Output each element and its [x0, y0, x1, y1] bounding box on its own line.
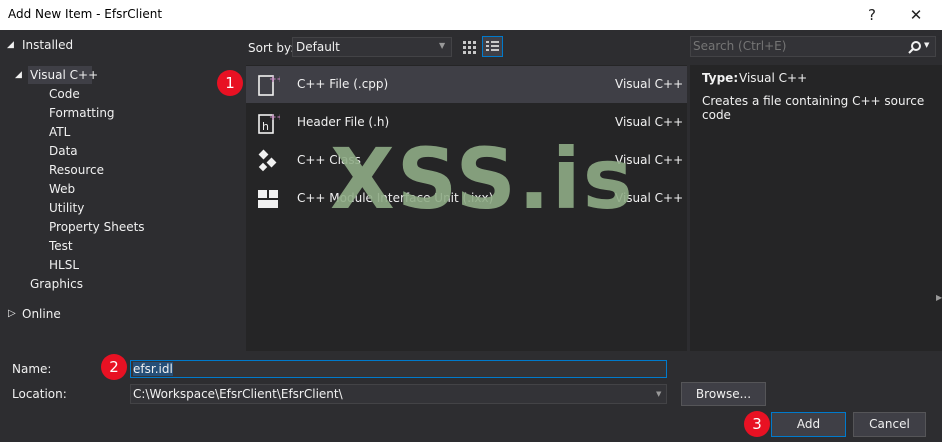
- browse-button[interactable]: Browse...: [681, 382, 766, 406]
- details-panel: Type: Visual C++ Creates a file containi…: [690, 65, 942, 351]
- location-combobox[interactable]: C:\Workspace\EfsrClient\EfsrClient\ ▼: [130, 384, 667, 404]
- name-input[interactable]: efsr.idl: [130, 360, 667, 378]
- close-button[interactable]: ✕: [901, 3, 931, 27]
- template-name: C++ Module Interface Unit (.ixx): [297, 191, 494, 205]
- tree-item-web[interactable]: Web: [49, 182, 75, 196]
- tree-item-hlsl[interactable]: HLSL: [49, 258, 79, 272]
- header-file-icon: h ++: [258, 113, 280, 134]
- module-unit-icon: [258, 190, 278, 208]
- list-view-button[interactable]: [482, 36, 503, 57]
- template-language: Visual C++: [615, 115, 684, 129]
- chevron-down-icon: ▼: [656, 390, 662, 398]
- tree-item-data[interactable]: Data: [49, 144, 78, 158]
- tree-item-atl[interactable]: ATL: [49, 125, 70, 139]
- name-label: Name:: [12, 362, 52, 376]
- search-icon[interactable]: [907, 40, 923, 54]
- tree-item-resource[interactable]: Resource: [49, 163, 104, 177]
- annotation-badge-1: 1: [217, 70, 243, 96]
- category-tree: ◢ Installed ◢ Visual C++ Code Formatting…: [0, 30, 244, 351]
- template-name: C++ Class: [297, 153, 361, 167]
- location-value: C:\Workspace\EfsrClient\EfsrClient\: [133, 387, 343, 401]
- tree-item-property-sheets[interactable]: Property Sheets: [49, 220, 145, 234]
- type-description: Creates a file containing C++ source cod…: [702, 94, 925, 122]
- search-box[interactable]: ▼: [690, 36, 936, 57]
- tree-item-online[interactable]: Online: [22, 307, 61, 321]
- search-input[interactable]: [693, 38, 898, 54]
- sort-by-label: Sort by:: [248, 41, 295, 55]
- template-row-cpp-file[interactable]: ++ C++ File (.cpp) Visual C++: [246, 66, 687, 103]
- type-label: Type:: [702, 71, 739, 85]
- title-bar: Add New Item - EfsrClient ? ✕: [0, 0, 942, 30]
- sort-value: Default: [296, 40, 340, 54]
- type-value: Visual C++: [739, 71, 808, 85]
- tree-item-formatting[interactable]: Formatting: [49, 106, 115, 120]
- svg-text:h: h: [262, 120, 269, 133]
- search-options-chevron-icon[interactable]: ▼: [924, 41, 929, 49]
- template-row-header-file[interactable]: h ++ Header File (.h) Visual C++: [246, 104, 687, 141]
- help-button[interactable]: ?: [857, 3, 887, 27]
- tree-item-test[interactable]: Test: [49, 239, 73, 253]
- tree-item-graphics[interactable]: Graphics: [30, 277, 83, 291]
- chevron-down-icon: ▼: [439, 41, 446, 50]
- grid-view-button[interactable]: [459, 37, 479, 57]
- template-name: C++ File (.cpp): [297, 77, 389, 91]
- expanded-arrow-icon[interactable]: ◢: [7, 40, 14, 50]
- template-list: ++ C++ File (.cpp) Visual C++ h ++ Heade…: [246, 65, 687, 351]
- location-label: Location:: [12, 387, 67, 401]
- svg-text:++: ++: [269, 113, 280, 123]
- tree-item-label: Visual C++: [30, 68, 99, 82]
- template-language: Visual C++: [615, 153, 684, 167]
- tree-item-code[interactable]: Code: [49, 87, 80, 101]
- list-view-icon: [486, 41, 499, 51]
- template-row-module-unit[interactable]: C++ Module Interface Unit (.ixx) Visual …: [246, 180, 687, 217]
- name-input-value: efsr.idl: [133, 362, 173, 376]
- svg-text:++: ++: [269, 75, 280, 85]
- cpp-class-icon: [258, 149, 277, 172]
- cpp-file-icon: ++: [258, 75, 280, 96]
- sort-dropdown[interactable]: Default ▼: [292, 37, 452, 57]
- tree-item-utility[interactable]: Utility: [49, 201, 84, 215]
- template-language: Visual C++: [615, 191, 684, 205]
- annotation-badge-3: 3: [744, 411, 770, 437]
- tree-item-installed[interactable]: Installed: [22, 38, 73, 52]
- template-language: Visual C++: [615, 77, 684, 91]
- add-button[interactable]: Add: [771, 412, 846, 437]
- cancel-button[interactable]: Cancel: [853, 412, 926, 437]
- collapsed-arrow-icon[interactable]: ▷: [8, 308, 16, 319]
- template-name: Header File (.h): [297, 115, 390, 129]
- expanded-arrow-icon[interactable]: ◢: [15, 70, 22, 80]
- grid-view-icon: [463, 41, 476, 54]
- annotation-badge-2: 2: [101, 354, 127, 380]
- tree-item-visual-cpp[interactable]: Visual C++: [28, 66, 98, 84]
- template-row-cpp-class[interactable]: C++ Class Visual C++: [246, 142, 687, 179]
- window-title: Add New Item - EfsrClient: [8, 7, 163, 21]
- scroll-right-arrow-icon[interactable]: ▶: [936, 293, 942, 302]
